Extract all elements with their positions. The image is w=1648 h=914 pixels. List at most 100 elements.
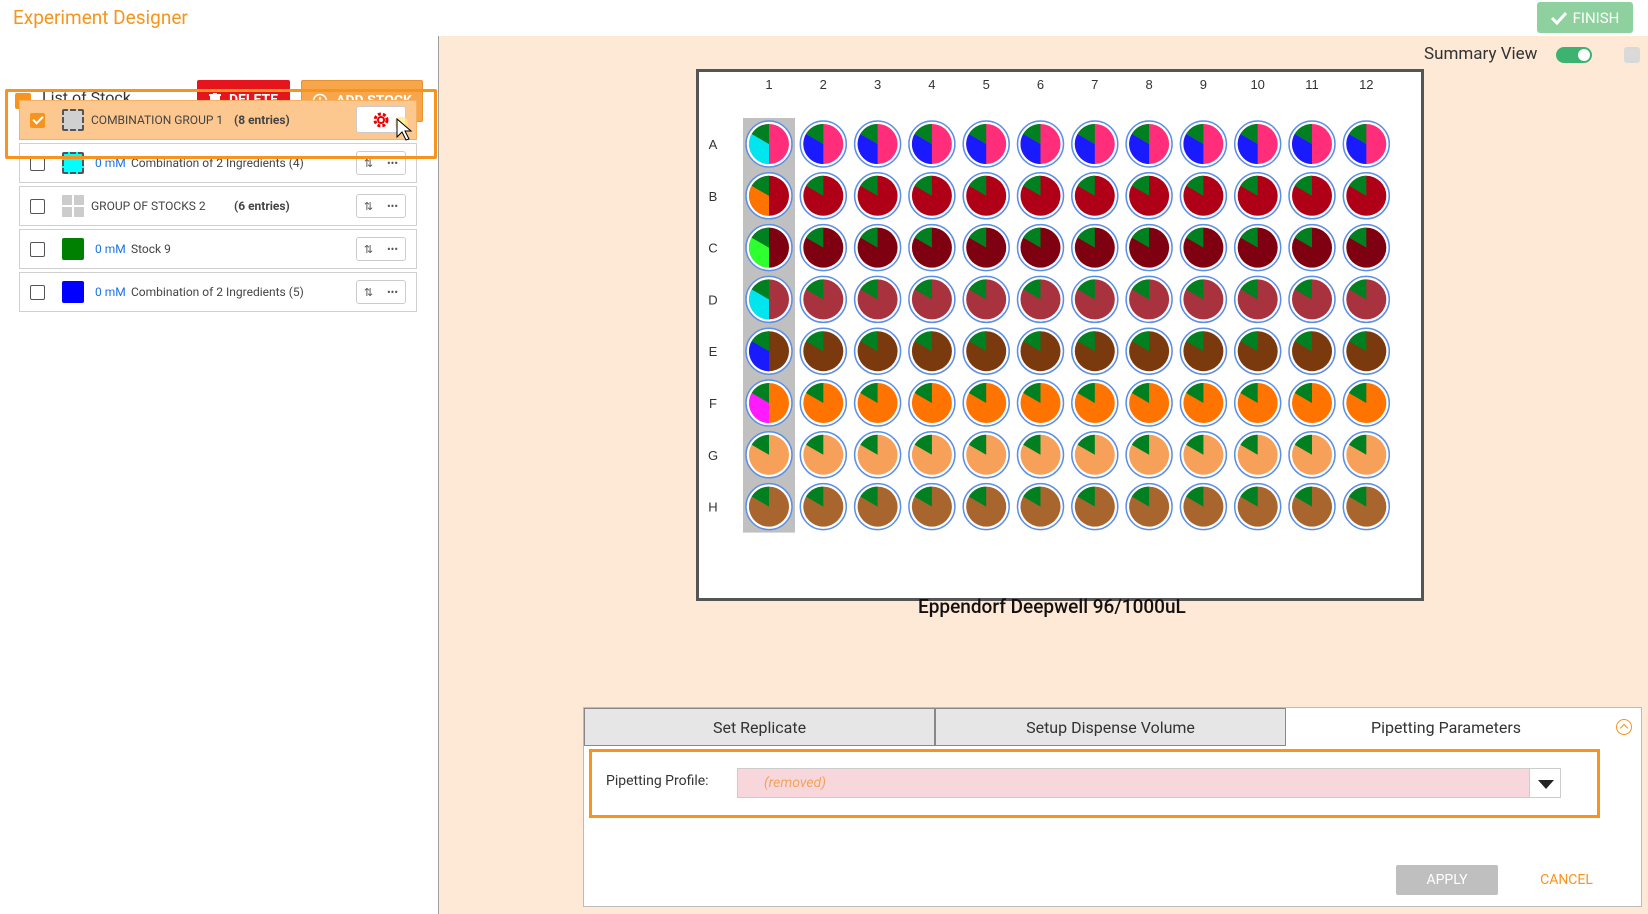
well-E9[interactable] xyxy=(1179,327,1228,375)
stock-row-group-of-stocks-2[interactable]: GROUP OF STOCKS 2 (6 entries) ⇅ ••• xyxy=(19,186,417,226)
stock-row-combination-4[interactable]: 0 mM Combination of 2 Ingredients (4) ⇅ … xyxy=(19,143,417,183)
well-B11[interactable] xyxy=(1288,172,1336,220)
more-icon[interactable]: ••• xyxy=(387,200,398,213)
well-H5[interactable] xyxy=(962,482,1010,531)
row-checkbox[interactable] xyxy=(30,113,45,128)
well-E5[interactable] xyxy=(962,327,1010,375)
well-H11[interactable] xyxy=(1288,482,1336,531)
well-F3[interactable] xyxy=(853,379,902,427)
well-D1[interactable] xyxy=(745,275,793,324)
well-F2[interactable] xyxy=(799,379,848,427)
well-A1[interactable] xyxy=(745,120,793,168)
well-H10[interactable] xyxy=(1233,482,1282,531)
well-D8[interactable] xyxy=(1125,275,1173,324)
well-C5[interactable] xyxy=(962,223,1010,272)
well-C10[interactable] xyxy=(1233,223,1282,272)
well-H12[interactable] xyxy=(1342,482,1391,531)
settings-button[interactable] xyxy=(356,106,413,141)
well-D11[interactable] xyxy=(1288,275,1336,324)
tab-set-replicate[interactable]: Set Replicate xyxy=(584,708,935,746)
well-A11[interactable] xyxy=(1288,120,1336,168)
sort-icon[interactable]: ⇅ xyxy=(364,286,373,299)
well-A10[interactable] xyxy=(1233,120,1282,168)
well-C8[interactable] xyxy=(1125,223,1173,272)
well-D12[interactable] xyxy=(1342,275,1391,324)
well-E4[interactable] xyxy=(908,327,956,375)
well-B2[interactable] xyxy=(799,172,848,220)
stock-row-stock-9[interactable]: 0 mM Stock 9 ⇅ ••• xyxy=(19,229,417,269)
well-F4[interactable] xyxy=(908,379,956,427)
well-D7[interactable] xyxy=(1071,275,1119,324)
well-C3[interactable] xyxy=(853,223,902,272)
well-E2[interactable] xyxy=(799,327,848,375)
well-F1[interactable] xyxy=(745,379,793,427)
well-A2[interactable] xyxy=(799,120,848,168)
finish-button[interactable]: FINISH xyxy=(1537,2,1633,33)
sort-icon[interactable]: ⇅ xyxy=(364,157,373,170)
collapse-icon[interactable] xyxy=(1616,719,1632,735)
well-G1[interactable] xyxy=(745,431,793,479)
well-B8[interactable] xyxy=(1125,172,1173,220)
well-H3[interactable] xyxy=(853,482,902,531)
well-C12[interactable] xyxy=(1342,223,1391,272)
well-B4[interactable] xyxy=(908,172,956,220)
cancel-button[interactable]: CANCEL xyxy=(1510,865,1623,895)
well-C7[interactable] xyxy=(1071,223,1119,272)
well-A4[interactable] xyxy=(908,120,956,168)
well-G6[interactable] xyxy=(1016,431,1065,479)
well-G4[interactable] xyxy=(908,431,956,479)
summary-view-toggle[interactable] xyxy=(1556,47,1592,63)
well-E10[interactable] xyxy=(1233,327,1282,375)
sort-icon[interactable]: ⇅ xyxy=(364,200,373,213)
well-F6[interactable] xyxy=(1016,379,1065,427)
well-E8[interactable] xyxy=(1125,327,1173,375)
well-G2[interactable] xyxy=(799,431,848,479)
row-actions[interactable]: ⇅ ••• xyxy=(356,151,406,175)
well-F7[interactable] xyxy=(1071,379,1119,427)
row-actions[interactable]: ⇅ ••• xyxy=(356,237,406,261)
well-F9[interactable] xyxy=(1179,379,1228,427)
well-A9[interactable] xyxy=(1179,120,1228,168)
well-H2[interactable] xyxy=(799,482,848,531)
well-F8[interactable] xyxy=(1125,379,1173,427)
well-E3[interactable] xyxy=(853,327,902,375)
well-D4[interactable] xyxy=(908,275,956,324)
well-E11[interactable] xyxy=(1288,327,1336,375)
well-B7[interactable] xyxy=(1071,172,1119,220)
well-E6[interactable] xyxy=(1016,327,1065,375)
well-C9[interactable] xyxy=(1179,223,1228,272)
well-H6[interactable] xyxy=(1016,482,1065,531)
well-A7[interactable] xyxy=(1071,120,1119,168)
well-D2[interactable] xyxy=(799,275,848,324)
well-G3[interactable] xyxy=(853,431,902,479)
well-D9[interactable] xyxy=(1179,275,1228,324)
well-G9[interactable] xyxy=(1179,431,1228,479)
well-C11[interactable] xyxy=(1288,223,1336,272)
well-D5[interactable] xyxy=(962,275,1010,324)
well-H9[interactable] xyxy=(1179,482,1228,531)
row-actions[interactable]: ⇅ ••• xyxy=(356,280,406,304)
well-G12[interactable] xyxy=(1342,431,1391,479)
well-E12[interactable] xyxy=(1342,327,1391,375)
row-actions[interactable]: ⇅ ••• xyxy=(356,194,406,218)
well-D3[interactable] xyxy=(853,275,902,324)
well-F5[interactable] xyxy=(962,379,1010,427)
well-C4[interactable] xyxy=(908,223,956,272)
well-B12[interactable] xyxy=(1342,172,1391,220)
well-A6[interactable] xyxy=(1016,120,1065,168)
well-H4[interactable] xyxy=(908,482,956,531)
well-F12[interactable] xyxy=(1342,379,1391,427)
well-A3[interactable] xyxy=(853,120,902,168)
well-B10[interactable] xyxy=(1233,172,1282,220)
sort-icon[interactable]: ⇅ xyxy=(364,243,373,256)
well-G5[interactable] xyxy=(962,431,1010,479)
more-icon[interactable]: ••• xyxy=(387,286,398,299)
pipetting-profile-select[interactable]: (removed) xyxy=(737,768,1530,798)
well-A12[interactable] xyxy=(1342,120,1391,168)
well-H7[interactable] xyxy=(1071,482,1119,531)
row-checkbox[interactable] xyxy=(30,156,45,171)
well-G8[interactable] xyxy=(1125,431,1173,479)
tab-pipetting-parameters[interactable]: Pipetting Parameters xyxy=(1286,708,1606,746)
well-E7[interactable] xyxy=(1071,327,1119,375)
row-checkbox[interactable] xyxy=(30,242,45,257)
